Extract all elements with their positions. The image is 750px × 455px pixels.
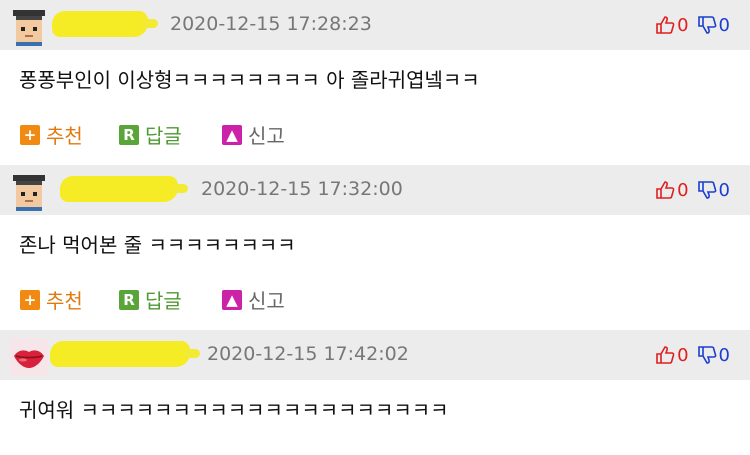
thumbs-down-icon[interactable] [697,180,717,200]
report-button[interactable]: ▲ 신고 [222,120,285,149]
grad-cap-avatar-icon[interactable] [10,173,48,211]
recommend-label: 추천 [46,289,83,313]
thumbs-up-icon[interactable] [655,180,675,200]
like-count: 0 [677,179,689,201]
comment-header: 2020-12-15 17:32:00 0 0 [0,165,750,215]
vote-controls: 0 0 [655,342,730,368]
reply-button[interactable]: R 답글 [119,120,182,149]
comment-timestamp: 2020-12-15 17:32:00 [201,178,403,200]
lips-avatar-icon[interactable] [10,338,48,376]
vote-controls: 0 0 [655,177,730,203]
comment-actions: + 추천 R 답글 ▲ 신고 [0,275,750,330]
dislike-count: 0 [718,344,730,366]
thumbs-up-icon[interactable] [655,15,675,35]
thumbs-down-icon[interactable] [697,345,717,365]
reply-r-icon: R [119,124,139,145]
comment-timestamp: 2020-12-15 17:28:23 [170,13,372,35]
comment-header: 2020-12-15 17:42:02 0 0 [0,330,750,380]
comment-header: 2020-12-15 17:28:23 0 0 [0,0,750,50]
dislike-count: 0 [718,14,730,36]
grad-cap-avatar-icon[interactable] [10,8,48,46]
report-label: 신고 [248,289,285,313]
dislike-count: 0 [718,179,730,201]
comment-actions: + 추천 R 답글 ▲ 신고 [0,110,750,165]
like-count: 0 [677,344,689,366]
plus-icon: + [20,124,40,145]
recommend-button[interactable]: + 추천 [20,285,83,314]
recommend-button[interactable]: + 추천 [20,120,83,149]
reply-r-icon: R [119,289,139,310]
comment-3: 2020-12-15 17:42:02 0 0 귀여워 ㅋㅋㅋㅋㅋㅋㅋㅋㅋㅋㅋㅋ… [0,330,750,440]
redacted-username [50,341,200,367]
siren-icon: ▲ [222,289,242,310]
reply-button[interactable]: R 답글 [119,285,182,314]
report-button[interactable]: ▲ 신고 [222,285,285,314]
reply-label: 답글 [145,289,182,313]
redacted-username [60,176,188,202]
comment-2: 2020-12-15 17:32:00 0 0 존나 먹어본 줄 ㅋㅋㅋㅋㅋㅋㅋ… [0,165,750,330]
vote-controls: 0 0 [655,12,730,38]
comment-1: 2020-12-15 17:28:23 0 0 퐁퐁부인이 이상형ㅋㅋㅋㅋㅋㅋㅋ… [0,0,750,165]
redacted-username [52,11,158,37]
comment-text: 귀여워 ㅋㅋㅋㅋㅋㅋㅋㅋㅋㅋㅋㅋㅋㅋㅋㅋㅋㅋㅋㅋ [19,398,449,422]
plus-icon: + [20,289,40,310]
comment-timestamp: 2020-12-15 17:42:02 [207,343,409,365]
siren-icon: ▲ [222,124,242,145]
thumbs-down-icon[interactable] [697,15,717,35]
comment-text: 존나 먹어본 줄 ㅋㅋㅋㅋㅋㅋㅋㅋ [19,233,296,257]
report-label: 신고 [248,124,285,148]
like-count: 0 [677,14,689,36]
thumbs-up-icon[interactable] [655,345,675,365]
recommend-label: 추천 [46,124,83,148]
comment-text: 퐁퐁부인이 이상형ㅋㅋㅋㅋㅋㅋㅋㅋ 아 졸라귀엽넼ㅋㅋ [19,68,480,92]
reply-label: 답글 [145,124,182,148]
